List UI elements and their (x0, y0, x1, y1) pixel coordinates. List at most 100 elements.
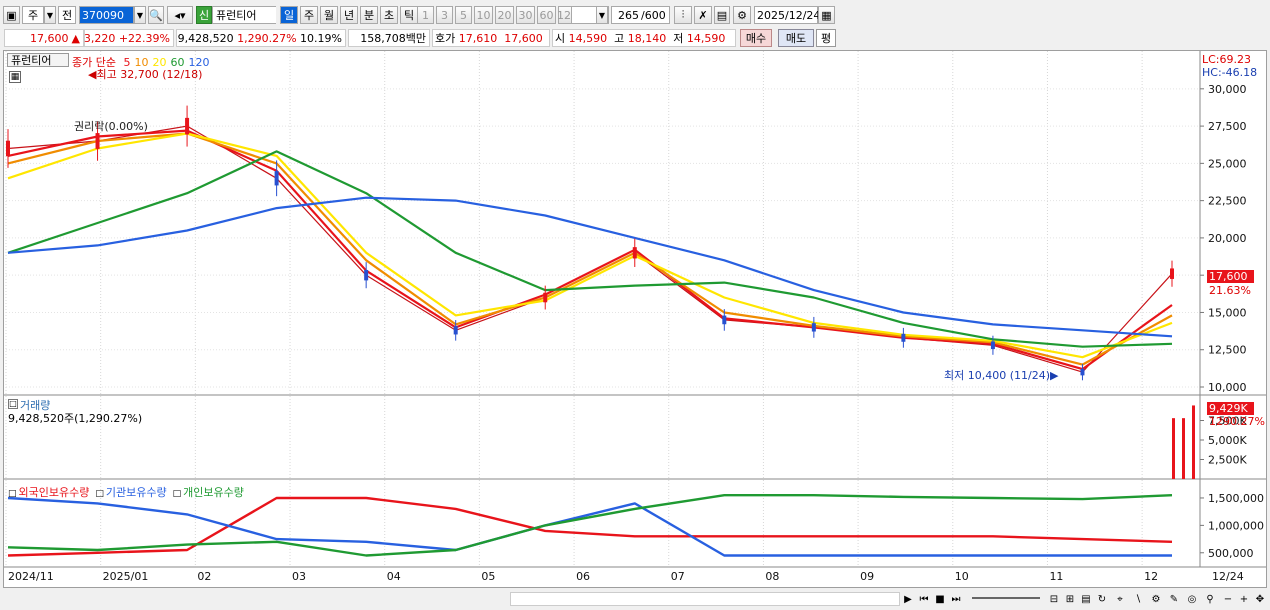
x-tick-label: 02 (197, 570, 211, 583)
stock-name[interactable]: 퓨런티어 (212, 6, 276, 24)
minus-icon[interactable]: − (1220, 591, 1236, 607)
sell-button[interactable]: 매도 (778, 29, 814, 47)
candle-body (364, 269, 369, 281)
bid2: 17,600 (504, 31, 543, 45)
price-tick-label: 20,000 (1208, 232, 1247, 245)
tab-period-2[interactable]: 월 (320, 6, 338, 24)
red-corner (276, 6, 277, 24)
price-tick-label: 15,000 (1208, 306, 1247, 319)
x-tick-label-right: 12/24 (1212, 570, 1244, 583)
high-value: 18,140 (627, 31, 667, 45)
low-value: 14,590 (686, 31, 726, 45)
magnifier-icon[interactable]: ⚲ (1202, 591, 1218, 607)
change-cell: 3,220 +22.39% (84, 29, 174, 47)
gear-icon[interactable]: ⚙ (733, 6, 751, 24)
interval-dropdown-icon[interactable]: ▼ (596, 6, 608, 24)
scroll-right-icon[interactable]: ▶ (900, 591, 916, 607)
interval-option-30[interactable]: 30 (516, 6, 535, 24)
interval-option-60[interactable]: 60 (537, 6, 556, 24)
table-icon[interactable]: ▦ (9, 71, 21, 83)
candle-body (990, 341, 995, 350)
speaker-icon[interactable]: ◂▾ (167, 6, 193, 24)
line-tool-icon[interactable]: ∖ (1130, 591, 1146, 607)
scroll-track[interactable] (510, 592, 900, 606)
hc-label: HC:-46.18 (1202, 66, 1258, 79)
x-tick-label: 12 (1144, 570, 1158, 583)
tab-period-5[interactable]: 초 (380, 6, 398, 24)
current-price: 17,600 (30, 31, 69, 45)
amount-cell: 158,708백만 (348, 29, 430, 47)
tab-period-0[interactable]: 일 (280, 6, 298, 24)
candle-body (632, 247, 637, 259)
toolbar: ▣ 주 ▼ 전 370090 ▼ 🔍 ◂▾ 신 퓨런티어 일주월년분초틱 135… (0, 3, 1270, 27)
x-tick-label: 10 (955, 570, 969, 583)
x-tick-label: 05 (481, 570, 495, 583)
count-input[interactable]: 265 (611, 6, 641, 24)
volume-pct: 1,290.27% (237, 31, 297, 45)
holding-line-외국인보유수량 (7, 496, 1173, 557)
chevron-down-icon[interactable]: ▼ (44, 6, 56, 24)
rewind-icon[interactable]: ⏮ (916, 591, 932, 607)
ohlc-cell: 시 14,590 고 18,140 저 14,590 (552, 29, 736, 47)
low-marker-text: 최저 10,400 (11/24) (944, 369, 1051, 382)
fast-forward-icon[interactable]: ⏭ (948, 591, 964, 607)
calendar-icon[interactable]: ▦ (818, 6, 835, 24)
candle-body (901, 333, 906, 342)
candle-icon[interactable]: ⫶ (674, 6, 692, 24)
interval-option-3[interactable]: 3 (436, 6, 453, 24)
holding-toggle-icon[interactable]: □ (8, 489, 17, 499)
interval-option-20[interactable]: 20 (495, 6, 514, 24)
code-dropdown-icon[interactable]: ▼ (134, 6, 146, 24)
layout-icon[interactable]: ▣ (3, 6, 20, 24)
tab-period-6[interactable]: 틱 (400, 6, 418, 24)
holding-tick-label: 500,000 (1208, 547, 1254, 560)
interval-option-10[interactable]: 10 (474, 6, 493, 24)
series-line-120 (7, 196, 1173, 338)
price-tick-label: 27,500 (1208, 120, 1247, 133)
period-type-select[interactable]: 주 (22, 6, 44, 24)
tab-period-1[interactable]: 주 (300, 6, 318, 24)
holding-layer (7, 494, 1173, 557)
save-icon[interactable]: ▤ (714, 6, 730, 24)
buy-button[interactable]: 매수 (740, 29, 772, 47)
stock-label-box[interactable]: 퓨런티어 (7, 53, 69, 67)
x-tick-label: 04 (387, 570, 401, 583)
search-icon[interactable]: 🔍 (148, 6, 164, 24)
holding-toggle-icon[interactable]: □ (95, 489, 104, 499)
tab-period-4[interactable]: 분 (360, 6, 378, 24)
zoom-out-icon[interactable]: ⊟ (1046, 591, 1062, 607)
target-icon[interactable]: ◎ (1184, 591, 1200, 607)
last-pct-tag: 21.63% (1209, 284, 1251, 297)
volume-layer (1172, 405, 1195, 479)
layout-icon-2[interactable]: ▤ (1078, 591, 1094, 607)
settings-icon[interactable]: ⚙ (1148, 591, 1164, 607)
stop-icon[interactable]: ■ (932, 591, 948, 607)
price-tick-label: 10,000 (1208, 381, 1247, 394)
tab-period-3[interactable]: 년 (340, 6, 358, 24)
candle-body (453, 326, 458, 335)
series-line-종가 (7, 125, 1173, 373)
refresh-icon[interactable]: ↻ (1094, 591, 1110, 607)
x-tick-label: 2024/11 (8, 570, 54, 583)
stock-code-input[interactable]: 370090 (79, 6, 134, 24)
zoom-in-icon[interactable]: ⊞ (1062, 591, 1078, 607)
date-input[interactable]: 2025/12/24 (754, 6, 820, 24)
holding-line-개인보유수량 (7, 494, 1173, 557)
plus-icon[interactable]: + (1236, 591, 1252, 607)
prev-button[interactable]: 전 (58, 6, 76, 24)
interval-option-5[interactable]: 5 (455, 6, 472, 24)
interval-option-1[interactable]: 1 (417, 6, 434, 24)
holding-toggle-icon[interactable]: □ (173, 489, 182, 499)
up-triangle-icon: ▲ (71, 31, 80, 45)
eraser-icon[interactable]: ✎ (1166, 591, 1182, 607)
move-icon[interactable]: ✥ (1252, 591, 1268, 607)
holding-line-기관보유수량 (7, 496, 1172, 557)
candle-body (1170, 268, 1174, 279)
zoom-slider[interactable] (972, 597, 1040, 599)
volume-toggle-icon[interactable]: □ (8, 399, 18, 409)
chart-area[interactable]: 2024/11 2025/01 02 03 04 05 06 07 08 09 10 11 12 12/2… (3, 50, 1267, 588)
avg-button[interactable]: 평 (816, 29, 836, 47)
chart-svg[interactable]: 2024/11 2025/01 02 03 04 05 06 07 08 09 10 11 12 12/2… (4, 51, 1266, 587)
crosshair-icon[interactable]: ⌖ (1112, 591, 1128, 607)
draw-tool-icon[interactable]: ✗ (694, 6, 712, 24)
